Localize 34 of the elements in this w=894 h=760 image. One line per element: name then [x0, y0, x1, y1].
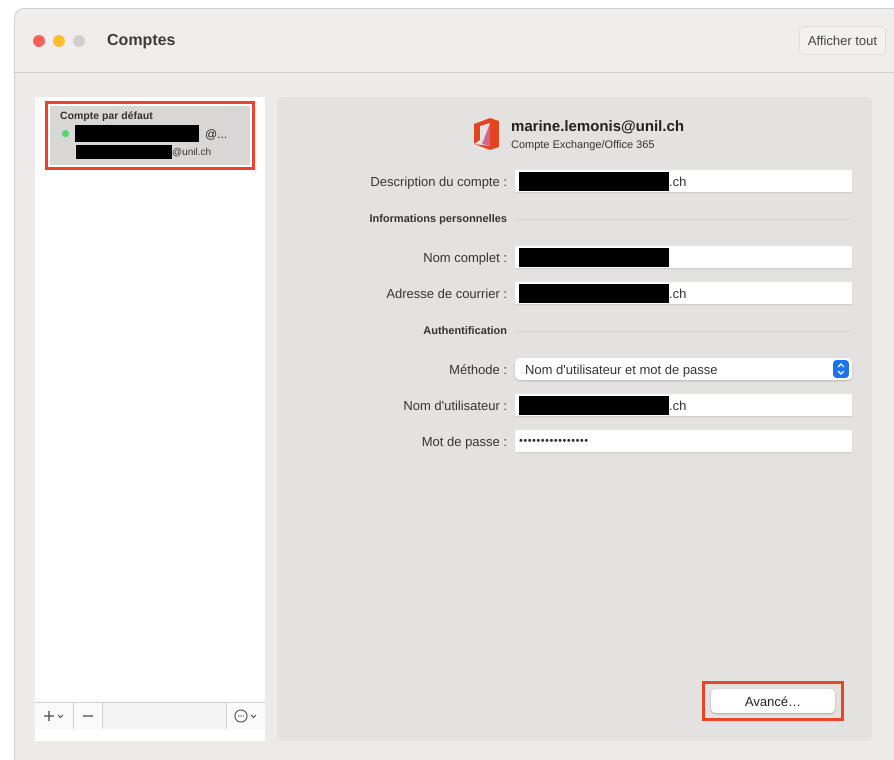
- ellipsis-circle-icon: [234, 709, 258, 723]
- minimize-button[interactable]: [53, 34, 65, 46]
- window-title: Comptes: [107, 32, 176, 50]
- field-label: Méthode :: [448, 362, 507, 376]
- zoom-button[interactable]: [73, 34, 85, 46]
- show-all-button[interactable]: Afficher tout: [798, 26, 886, 55]
- account-address: @unil.ch: [172, 146, 212, 158]
- text-field[interactable]: [515, 246, 852, 268]
- field-label: Mot de passe :: [420, 434, 507, 448]
- field-label: Nom complet :: [422, 250, 507, 264]
- section-heading: Authentification: [422, 325, 507, 337]
- field-label: Nom d'utilisateur :: [402, 398, 507, 412]
- add-button[interactable]: [35, 703, 74, 729]
- more-options-button[interactable]: [227, 703, 265, 729]
- account-email: marine.lemonis@unil.ch: [511, 118, 684, 134]
- office-logo-icon: [471, 117, 501, 151]
- account-item[interactable]: Compte par défaut @... @unil.ch: [50, 106, 250, 165]
- account-name: @...: [205, 126, 228, 140]
- account-type: Compte Exchange/Office 365: [511, 138, 656, 150]
- close-button[interactable]: [33, 34, 45, 46]
- text-field[interactable]: .ch: [515, 394, 852, 416]
- password-field[interactable]: ••••••••••••••••: [515, 430, 852, 452]
- field-label: Description du compte :: [369, 174, 507, 188]
- section-label: Compte par défaut: [60, 110, 154, 122]
- minus-icon: [83, 715, 93, 717]
- plus-icon: [43, 711, 65, 721]
- remove-button[interactable]: [74, 703, 103, 729]
- text-field[interactable]: .ch: [515, 170, 852, 192]
- method-dropdown[interactable]: Nom d'utilisateur et mot de passe: [515, 358, 852, 380]
- advanced-button[interactable]: Avancé…: [711, 689, 835, 713]
- field-label: Adresse de courrier :: [385, 286, 507, 300]
- section-heading: Informations personnelles: [368, 213, 507, 225]
- text-field[interactable]: .ch: [515, 282, 852, 304]
- stepper-icon: [833, 360, 849, 378]
